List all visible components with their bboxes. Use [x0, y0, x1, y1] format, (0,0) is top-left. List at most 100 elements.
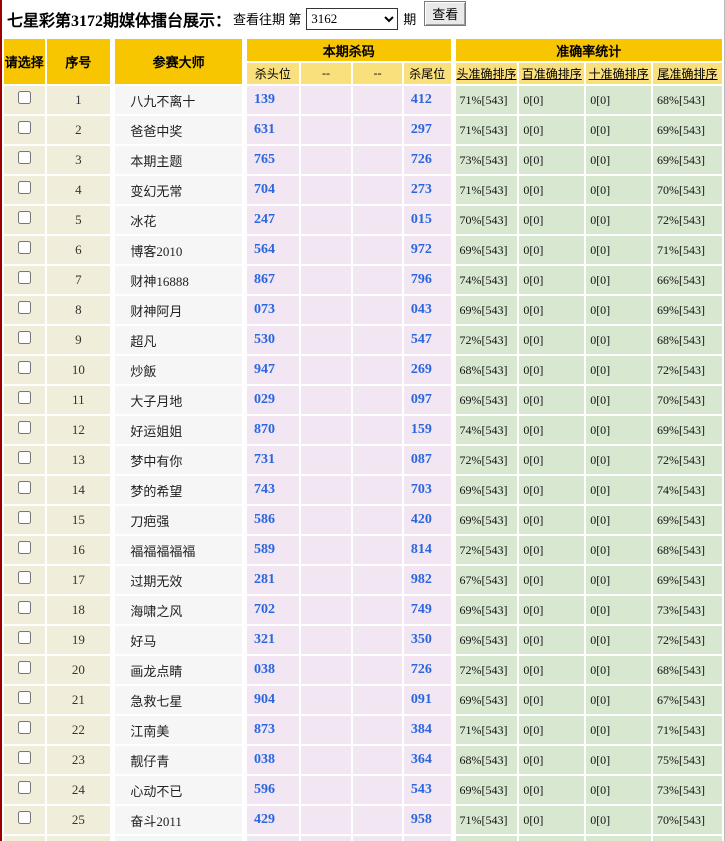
- row-kill-tail[interactable]: 297: [404, 116, 451, 144]
- row-kill-head[interactable]: 281: [244, 566, 299, 594]
- row-kill-tail[interactable]: 420: [404, 506, 451, 534]
- row-kill-tail[interactable]: 796: [404, 266, 451, 294]
- row-stat-tail: 68%[543]: [653, 536, 722, 564]
- row-checkbox[interactable]: [18, 661, 31, 674]
- subheader-stats-head-link[interactable]: 头准确排序: [456, 67, 516, 81]
- period-select[interactable]: 3162: [306, 8, 398, 30]
- row-kill-head[interactable]: 530: [244, 326, 299, 354]
- row-checkbox[interactable]: [18, 361, 31, 374]
- row-kill-mid1: [301, 296, 352, 324]
- row-kill-head[interactable]: 429: [244, 806, 299, 834]
- row-kill-head[interactable]: 586: [244, 506, 299, 534]
- row-kill-tail[interactable]: 015: [404, 206, 451, 234]
- row-kill-tail[interactable]: 703: [404, 476, 451, 504]
- row-kill-tail[interactable]: 087: [404, 446, 451, 474]
- row-kill-head[interactable]: 870: [244, 416, 299, 444]
- row-kill-head[interactable]: 038: [244, 746, 299, 774]
- row-checkbox[interactable]: [18, 451, 31, 464]
- row-checkbox[interactable]: [18, 511, 31, 524]
- row-select-cell: [4, 536, 45, 564]
- row-checkbox[interactable]: [18, 91, 31, 104]
- row-stat-hundred: 0[0]: [519, 506, 584, 534]
- row-kill-head[interactable]: 702: [244, 596, 299, 624]
- row-checkbox[interactable]: [18, 301, 31, 314]
- table-row: 20 画龙点睛 038 726 72%[543] 0[0] 0[0] 68%[5…: [4, 656, 722, 684]
- row-checkbox[interactable]: [18, 241, 31, 254]
- row-checkbox[interactable]: [18, 541, 31, 554]
- row-master-name: 博客2010: [112, 236, 242, 264]
- row-checkbox[interactable]: [18, 151, 31, 164]
- row-master-name: 靓仔青: [112, 746, 242, 774]
- row-master-name: 江南美: [112, 716, 242, 744]
- row-master-name: 心动不已: [112, 776, 242, 804]
- row-checkbox[interactable]: [18, 481, 31, 494]
- row-checkbox[interactable]: [18, 121, 31, 134]
- row-kill-head[interactable]: 589: [244, 536, 299, 564]
- row-kill-mid2: [353, 386, 402, 414]
- subheader-stats-hundred-link[interactable]: 百准确排序: [522, 67, 582, 81]
- row-checkbox[interactable]: [18, 691, 31, 704]
- row-kill-tail[interactable]: 273: [404, 176, 451, 204]
- row-kill-tail[interactable]: 726: [404, 146, 451, 174]
- row-kill-tail[interactable]: 159: [404, 416, 451, 444]
- row-kill-head[interactable]: 867: [244, 266, 299, 294]
- row-master-name: 炒飯: [112, 356, 242, 384]
- row-checkbox[interactable]: [18, 721, 31, 734]
- row-kill-tail[interactable]: 097: [404, 386, 451, 414]
- row-checkbox[interactable]: [18, 601, 31, 614]
- row-checkbox[interactable]: [18, 751, 31, 764]
- row-kill-head[interactable]: 873: [244, 716, 299, 744]
- table-row: 14 梦的希望 743 703 69%[543] 0[0] 0[0] 74%[5…: [4, 476, 722, 504]
- row-kill-head[interactable]: 765: [244, 146, 299, 174]
- row-kill-head[interactable]: 947: [244, 356, 299, 384]
- row-stat-hundred: 0[0]: [519, 146, 584, 174]
- row-kill-tail[interactable]: 543: [404, 776, 451, 804]
- row-checkbox[interactable]: [18, 391, 31, 404]
- row-checkbox[interactable]: [18, 331, 31, 344]
- row-kill-head[interactable]: 596: [244, 776, 299, 804]
- row-kill-tail[interactable]: 958: [404, 806, 451, 834]
- row-checkbox[interactable]: [18, 781, 31, 794]
- row-kill-tail[interactable]: 412: [404, 86, 451, 114]
- row-checkbox[interactable]: [18, 211, 31, 224]
- row-kill-head[interactable]: 564: [244, 236, 299, 264]
- row-kill-tail[interactable]: 350: [404, 626, 451, 654]
- row-checkbox[interactable]: [18, 631, 31, 644]
- row-checkbox[interactable]: [18, 421, 31, 434]
- row-checkbox[interactable]: [18, 571, 31, 584]
- row-kill-tail[interactable]: 982: [404, 566, 451, 594]
- row-checkbox[interactable]: [18, 181, 31, 194]
- row-kill-tail[interactable]: 726: [404, 656, 451, 684]
- subheader-stats-ten-link[interactable]: 十准确排序: [589, 67, 649, 81]
- row-kill-head[interactable]: 904: [244, 686, 299, 714]
- row-kill-head[interactable]: 731: [244, 446, 299, 474]
- row-kill-head[interactable]: 139: [244, 86, 299, 114]
- row-kill-head[interactable]: 321: [244, 626, 299, 654]
- row-checkbox[interactable]: [18, 271, 31, 284]
- row-kill-tail[interactable]: 384: [404, 716, 451, 744]
- row-master-name: 画龙点睛: [112, 656, 242, 684]
- row-kill-head[interactable]: 743: [244, 476, 299, 504]
- row-kill-tail[interactable]: 972: [404, 236, 451, 264]
- row-kill-tail[interactable]: [404, 836, 451, 841]
- row-kill-tail[interactable]: 749: [404, 596, 451, 624]
- row-kill-head[interactable]: 038: [244, 656, 299, 684]
- row-kill-head[interactable]: 247: [244, 206, 299, 234]
- row-kill-mid2: [353, 806, 402, 834]
- row-kill-tail[interactable]: 364: [404, 746, 451, 774]
- row-checkbox[interactable]: [18, 811, 31, 824]
- row-kill-tail[interactable]: 814: [404, 536, 451, 564]
- row-kill-tail[interactable]: 043: [404, 296, 451, 324]
- subheader-stats-tail-link[interactable]: 尾准确排序: [658, 67, 718, 81]
- row-select-cell: [4, 86, 45, 114]
- row-kill-head[interactable]: 073: [244, 296, 299, 324]
- row-kill-head[interactable]: [244, 836, 299, 841]
- view-button[interactable]: 查看: [424, 1, 466, 26]
- row-stat-tail: 69%[543]: [653, 566, 722, 594]
- row-kill-tail[interactable]: 547: [404, 326, 451, 354]
- row-kill-tail[interactable]: 091: [404, 686, 451, 714]
- row-kill-tail[interactable]: 269: [404, 356, 451, 384]
- row-kill-head[interactable]: 631: [244, 116, 299, 144]
- row-kill-head[interactable]: 029: [244, 386, 299, 414]
- row-kill-head[interactable]: 704: [244, 176, 299, 204]
